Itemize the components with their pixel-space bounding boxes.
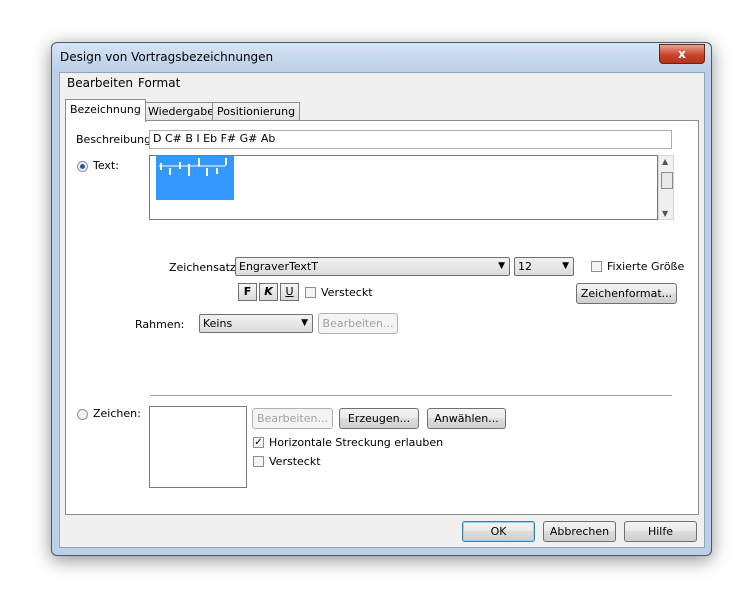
stretch-checkbox[interactable]: ✓ <box>253 437 264 448</box>
beschreibung-input[interactable]: D C# B I Eb F# G# Ab <box>149 130 672 149</box>
tab-bezeichnung[interactable]: Bezeichnung <box>65 99 146 122</box>
menu-bearbeiten[interactable]: Bearbeiten <box>67 76 133 90</box>
chevron-down-icon: ▼ <box>562 261 569 271</box>
bold-button[interactable]: F <box>238 283 257 301</box>
chevron-down-icon: ▼ <box>301 318 308 328</box>
tab-positionierung[interactable]: Positionierung <box>212 102 301 121</box>
selected-text-preview <box>156 156 234 200</box>
italic-button[interactable]: K <box>259 283 278 301</box>
chevron-down-icon: ▼ <box>498 261 505 271</box>
frame-select[interactable]: Keins ▼ <box>199 314 313 333</box>
fixed-size-label: Fixierte Größe <box>607 260 685 273</box>
symbol-hidden-checkbox[interactable] <box>253 456 264 467</box>
stretch-label: Horizontale Streckung erlauben <box>269 436 444 449</box>
title-bar[interactable]: Design von Vortragsbezeichnungen x <box>52 43 711 71</box>
frame-value: Keins <box>203 317 233 330</box>
font-size-select[interactable]: 12 ▼ <box>514 257 574 276</box>
style-buttons: F K U <box>238 283 299 301</box>
tab-wiedergabe[interactable]: Wiedergabe <box>143 102 220 121</box>
symbol-edit-button[interactable]: Bearbeiten... <box>252 408 333 429</box>
text-radio-label: Text: <box>93 159 119 172</box>
selection-highlight <box>156 156 234 200</box>
underline-button[interactable]: U <box>280 283 299 301</box>
select-button[interactable]: Anwählen... <box>427 408 506 429</box>
text-editor[interactable] <box>149 155 658 220</box>
dialog-window: Design von Vortragsbezeichnungen x Bearb… <box>51 42 712 556</box>
frame-edit-button[interactable]: Bearbeiten... <box>318 313 398 334</box>
dialog-client: Bearbeiten Format Bezeichnung Wiedergabe… <box>59 72 705 548</box>
checkmark-icon: ✓ <box>254 437 263 448</box>
menu-format[interactable]: Format <box>138 76 180 90</box>
close-button[interactable]: x <box>659 44 705 64</box>
symbol-hidden-label: Versteckt <box>269 455 321 468</box>
cancel-button[interactable]: Abbrechen <box>543 521 616 542</box>
character-format-button[interactable]: Zeichenformat... <box>576 283 677 304</box>
font-hidden-label: Versteckt <box>321 286 373 299</box>
ok-button[interactable]: OK <box>462 521 535 542</box>
beschreibung-label: Beschreibung: <box>76 133 155 146</box>
separator <box>150 395 672 396</box>
close-icon: x <box>678 47 686 61</box>
text-radio[interactable] <box>77 161 88 172</box>
text-scrollbar[interactable]: ▲ ▼ <box>658 155 674 220</box>
font-label: Zeichensatz: <box>169 261 240 274</box>
scroll-down-icon[interactable]: ▼ <box>662 209 668 218</box>
frame-label: Rahmen: <box>135 318 185 331</box>
font-select[interactable]: EngraverTextT ▼ <box>235 257 510 276</box>
fixed-size-checkbox[interactable] <box>591 261 602 272</box>
menu-bar: Bearbeiten Format <box>60 73 704 93</box>
radio-dot <box>80 164 85 169</box>
symbol-radio-label: Zeichen: <box>93 407 141 420</box>
symbol-radio[interactable] <box>77 409 88 420</box>
font-size-value: 12 <box>518 260 532 273</box>
create-button[interactable]: Erzeugen... <box>339 408 419 429</box>
symbol-preview[interactable] <box>149 406 247 488</box>
window-title: Design von Vortragsbezeichnungen <box>60 50 274 64</box>
tab-panel: Beschreibung: D C# B I Eb F# G# Ab Text: <box>65 120 699 515</box>
scroll-thumb[interactable] <box>661 172 673 189</box>
scroll-up-icon[interactable]: ▲ <box>662 157 668 166</box>
font-hidden-checkbox[interactable] <box>305 287 316 298</box>
font-value: EngraverTextT <box>239 260 318 273</box>
help-button[interactable]: Hilfe <box>624 521 697 542</box>
